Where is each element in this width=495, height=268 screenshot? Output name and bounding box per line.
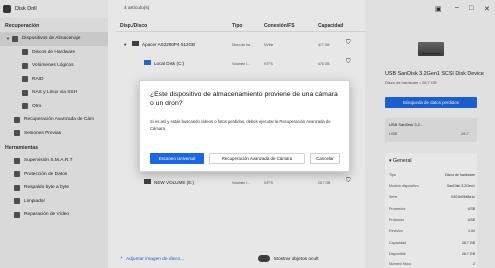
advanced-camera-recovery-button[interactable]: Recuperación Avanzada de Cámara (209, 153, 305, 164)
app-window: Disk Drill Recuperación ▼ Dispositivos d… (0, 0, 495, 268)
camera-source-dialog: ¿Este dispositivo de almacenamiento prov… (139, 80, 350, 172)
cancel-button[interactable]: Cancelar (310, 153, 340, 164)
universal-scan-button[interactable]: Escaneo Universal (150, 153, 204, 164)
dialog-body: Si es así y estás buscando videos o foto… (150, 119, 331, 131)
dialog-title: ¿Este dispositivo de almacenamiento prov… (150, 91, 338, 107)
